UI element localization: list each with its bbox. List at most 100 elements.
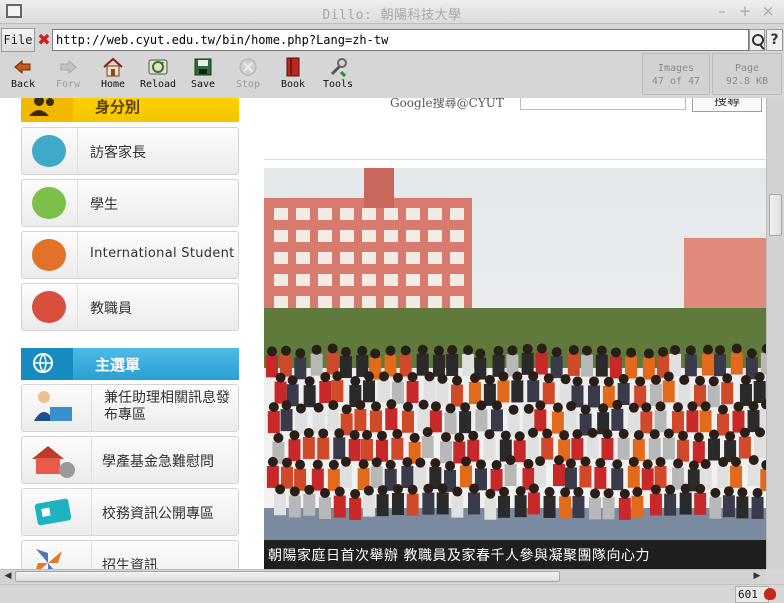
stop-label: Stop bbox=[235, 79, 261, 90]
person-body bbox=[436, 492, 449, 515]
minimize-button[interactable]: – bbox=[713, 1, 731, 21]
url-input[interactable]: http://web.cyut.edu.tw/bin/home.php?Lang… bbox=[52, 29, 749, 51]
identity-item-student[interactable]: 學生 bbox=[21, 179, 239, 227]
tools-button[interactable]: Tools bbox=[316, 55, 360, 95]
person-body bbox=[514, 495, 527, 518]
person-head bbox=[572, 429, 583, 440]
icon-cell bbox=[22, 541, 92, 569]
stop-button[interactable]: Stop bbox=[226, 55, 270, 95]
identity-item-staff[interactable]: 教職員 bbox=[21, 283, 239, 331]
person-head bbox=[693, 432, 704, 443]
person-head bbox=[392, 428, 403, 439]
vertical-scroll-thumb[interactable] bbox=[769, 194, 782, 236]
building-window bbox=[428, 208, 442, 220]
building-window bbox=[318, 230, 332, 242]
person-head bbox=[514, 431, 525, 442]
vertical-scrollbar[interactable] bbox=[766, 98, 784, 569]
identity-item-visitor[interactable]: 訪客家長 bbox=[21, 127, 239, 175]
icon-cell bbox=[22, 489, 92, 535]
person-head bbox=[544, 486, 555, 497]
person-body bbox=[459, 411, 472, 434]
main-item-admission[interactable]: 招生資訊 bbox=[21, 540, 239, 569]
person-head bbox=[737, 487, 748, 498]
person-head bbox=[731, 343, 742, 354]
bug-meter-icon[interactable] bbox=[764, 588, 776, 600]
horizontal-scrollbar[interactable]: ◀ ▶ bbox=[0, 569, 766, 583]
back-button[interactable]: Back bbox=[1, 55, 45, 95]
person-body bbox=[564, 467, 577, 490]
close-button[interactable]: × bbox=[759, 1, 777, 21]
google-search-input[interactable] bbox=[520, 98, 686, 110]
file-menu-button[interactable]: File bbox=[1, 28, 35, 52]
person-head bbox=[468, 430, 479, 441]
person-head bbox=[523, 458, 534, 469]
person-head bbox=[355, 399, 366, 410]
person-head bbox=[378, 371, 389, 382]
reload-label: Reload bbox=[139, 79, 177, 90]
person-body bbox=[498, 495, 511, 518]
main-item-assistant[interactable]: 兼任助理相關訊息發布專區 bbox=[21, 384, 239, 432]
forward-button[interactable]: Forw bbox=[46, 55, 90, 95]
banner-photo[interactable] bbox=[264, 168, 766, 540]
building-window bbox=[274, 208, 288, 220]
building-window bbox=[274, 252, 288, 264]
main-item-fund[interactable]: 學產基金急難慰問 bbox=[21, 436, 239, 484]
person-head bbox=[649, 429, 660, 440]
building-window bbox=[318, 296, 332, 308]
person-body bbox=[490, 409, 503, 432]
building-window bbox=[340, 274, 354, 286]
scroll-left-arrow-icon[interactable]: ◀ bbox=[1, 570, 15, 583]
person-body bbox=[631, 495, 644, 518]
person-body bbox=[294, 357, 307, 380]
person-head bbox=[536, 343, 547, 354]
person-head bbox=[655, 401, 666, 412]
save-button[interactable]: Save bbox=[181, 55, 225, 95]
person-head bbox=[281, 457, 292, 468]
person-head bbox=[491, 460, 502, 471]
building-window bbox=[296, 252, 310, 264]
main-item-label: 兼任助理相關訊息發布專區 bbox=[104, 390, 230, 423]
person-head bbox=[287, 375, 298, 386]
person-body bbox=[586, 436, 599, 459]
main-item-info[interactable]: 校務資訊公開專區 bbox=[21, 488, 239, 536]
help-button[interactable]: ? bbox=[766, 29, 783, 51]
person-body bbox=[595, 354, 608, 377]
person-body bbox=[362, 380, 375, 403]
person-head bbox=[392, 372, 403, 383]
identity-item-international[interactable]: International Student bbox=[21, 231, 239, 279]
person-head bbox=[475, 348, 486, 359]
maximize-button[interactable]: + bbox=[736, 1, 754, 21]
horizontal-scroll-thumb[interactable] bbox=[15, 571, 560, 582]
person-head bbox=[522, 343, 533, 354]
google-search-button[interactable]: 搜尋 bbox=[692, 98, 762, 112]
person-head bbox=[402, 401, 413, 412]
person-head bbox=[568, 344, 579, 355]
main-menu-header-label: 主選單 bbox=[95, 356, 141, 374]
person-body bbox=[611, 468, 624, 491]
status-bar: 601 bbox=[0, 584, 784, 603]
person-body bbox=[709, 496, 722, 519]
person-head bbox=[632, 486, 643, 497]
person-body bbox=[446, 353, 459, 376]
search-icon[interactable] bbox=[749, 29, 765, 51]
person-body bbox=[406, 493, 419, 516]
clear-url-icon[interactable]: ✖ bbox=[36, 29, 52, 51]
person-body bbox=[280, 409, 293, 432]
person-head bbox=[612, 459, 623, 470]
person-head bbox=[363, 485, 374, 496]
person-head bbox=[328, 400, 339, 411]
person-head bbox=[340, 456, 351, 467]
person-head bbox=[418, 399, 429, 410]
person-head bbox=[508, 404, 519, 415]
person-head bbox=[423, 483, 434, 494]
home-button[interactable]: Home bbox=[91, 55, 135, 95]
bookmarks-button[interactable]: Book bbox=[271, 55, 315, 95]
person-body bbox=[707, 438, 720, 461]
person-head bbox=[437, 373, 448, 384]
scroll-right-arrow-icon[interactable]: ▶ bbox=[750, 570, 764, 583]
person-body bbox=[701, 353, 714, 376]
person-body bbox=[550, 356, 563, 379]
person-body bbox=[535, 352, 548, 375]
reload-button[interactable]: Reload bbox=[136, 55, 180, 95]
identity-item-label: 教職員 bbox=[90, 301, 132, 317]
